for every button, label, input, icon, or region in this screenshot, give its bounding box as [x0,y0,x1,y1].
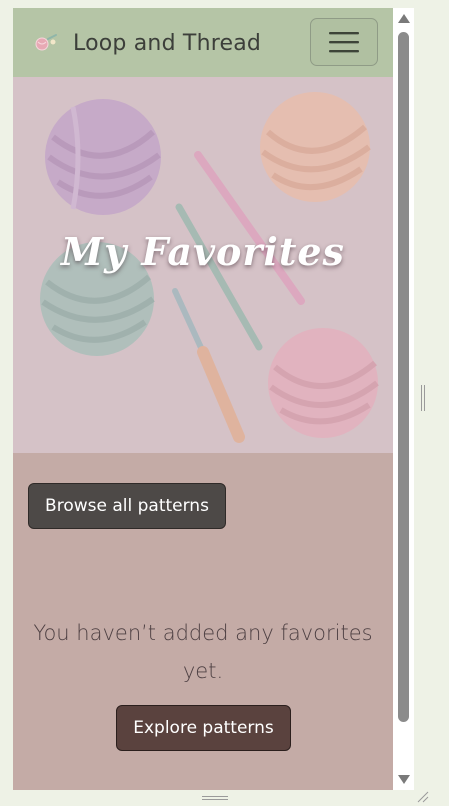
brand-name: Loop and Thread [73,30,262,56]
resize-handle-right[interactable] [419,385,427,411]
yarn-ball-logo-icon [35,34,57,51]
brand-link[interactable]: Loop and Thread [33,26,261,60]
explore-patterns-button[interactable]: Explore patterns [116,705,291,751]
navbar: Loop and Thread [13,8,393,77]
empty-favorites-message: You haven’t added any favorites yet. [33,621,373,683]
menu-toggle-button[interactable] [310,18,378,66]
scrollbar-thumb[interactable] [398,32,409,722]
browse-all-patterns-button[interactable]: Browse all patterns [28,483,226,529]
hero-banner: My Favorites [13,77,393,453]
page-title: My Favorites [61,229,345,274]
scroll-down-arrow-icon[interactable] [398,775,410,784]
app-viewport: Loop and Thread My Favorites Browse all … [13,8,393,790]
vertical-scrollbar[interactable] [393,8,414,790]
resize-handle-bottom[interactable] [202,794,228,802]
scroll-up-arrow-icon[interactable] [398,14,410,23]
hamburger-menu-icon [329,32,359,53]
resize-grip-icon[interactable] [416,790,430,804]
